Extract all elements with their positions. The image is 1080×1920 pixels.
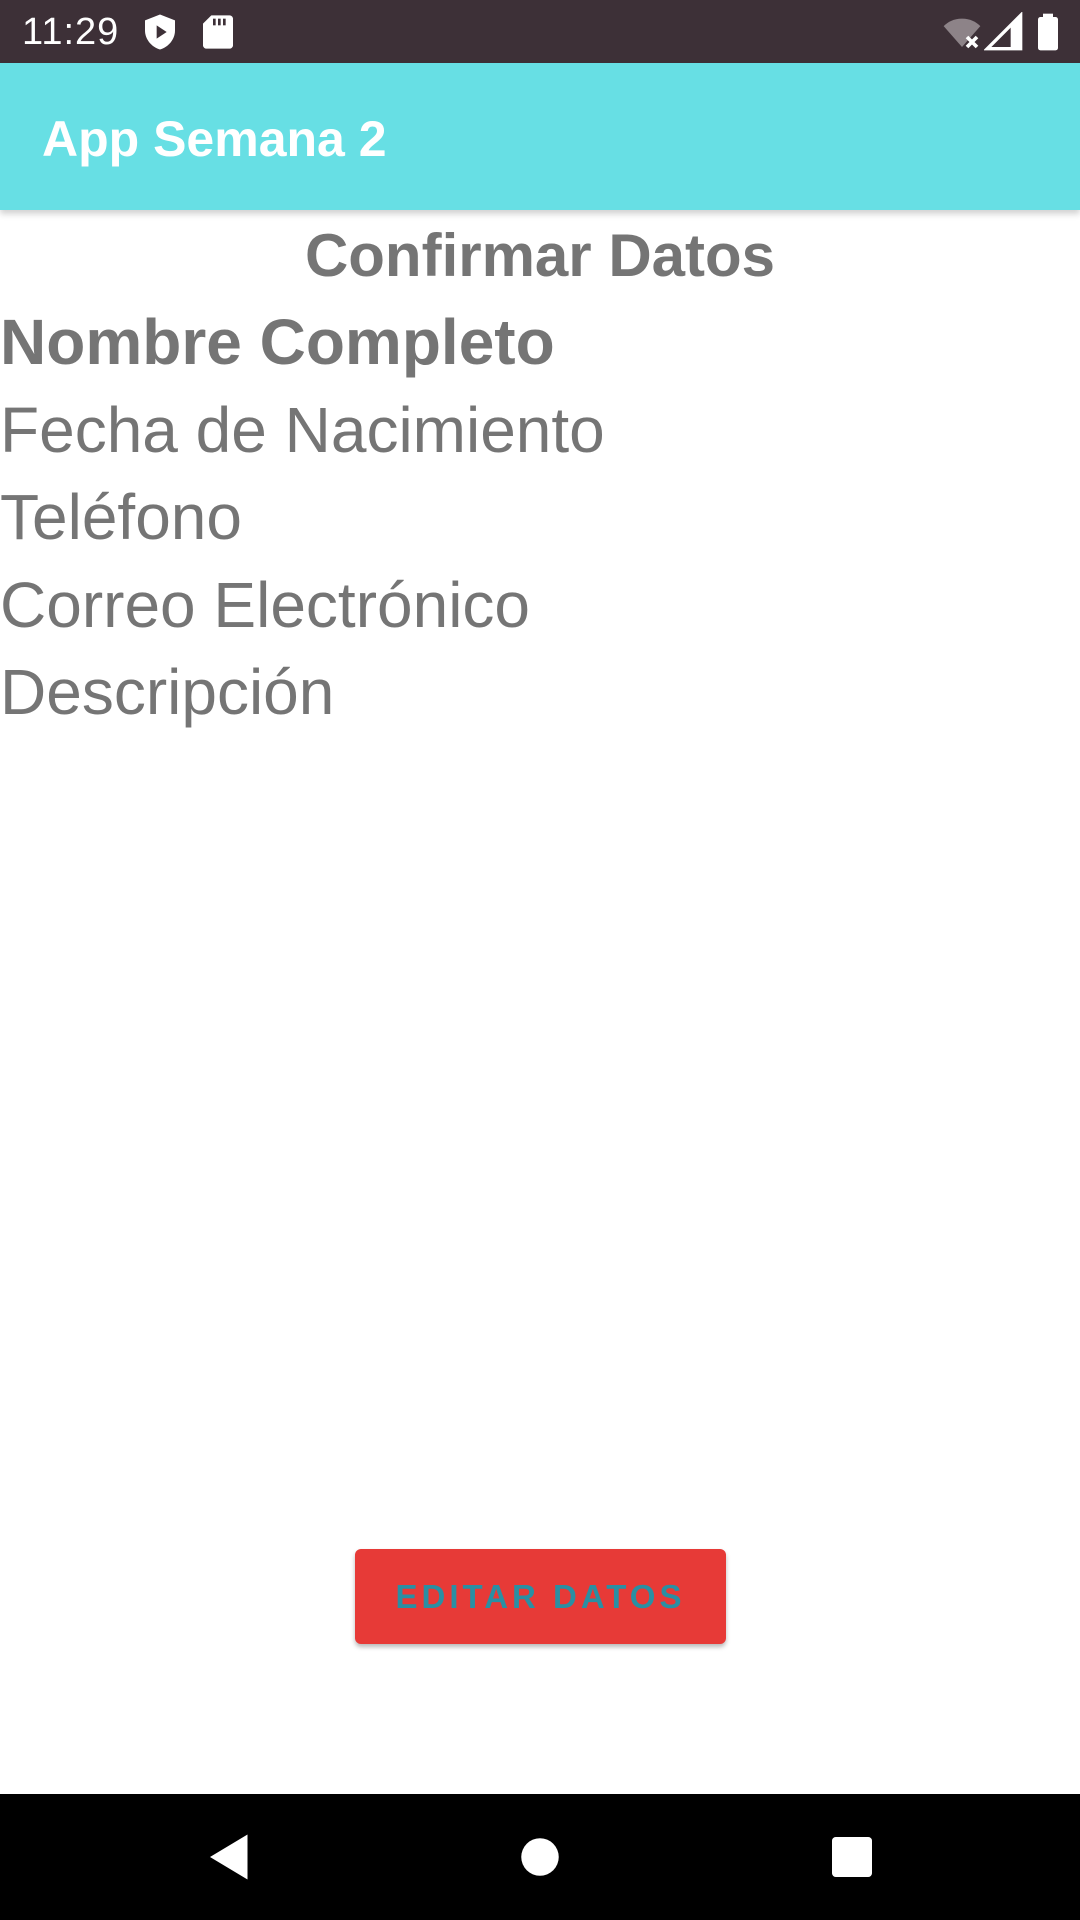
app-bar: App Semana 2 xyxy=(0,63,1080,210)
wifi-off-icon xyxy=(942,12,982,52)
back-icon[interactable] xyxy=(200,1827,260,1887)
page-title: Confirmar Datos xyxy=(304,222,776,289)
fecha-nacimiento-text: Fecha de Nacimiento xyxy=(0,394,605,466)
recents-icon[interactable] xyxy=(822,1827,882,1887)
sd-card-icon xyxy=(198,12,238,52)
screen: 11:29 App Semana 2 Confirmar Datos Nombr… xyxy=(0,0,1080,1920)
battery-icon xyxy=(1030,12,1066,52)
edit-data-button-label: EDITAR DATOS xyxy=(395,1578,686,1615)
navigation-bar xyxy=(0,1794,1080,1920)
shield-play-icon xyxy=(140,12,180,52)
telefono-text: Teléfono xyxy=(0,481,242,553)
nombre-completo-text: Nombre Completo xyxy=(0,306,555,378)
edit-data-button[interactable]: EDITAR DATOS xyxy=(355,1549,726,1644)
signal-icon xyxy=(984,12,1024,52)
status-bar: 11:29 xyxy=(0,0,1080,63)
app-title: App Semana 2 xyxy=(42,111,387,167)
home-icon[interactable] xyxy=(510,1827,570,1887)
status-time: 11:29 xyxy=(22,11,120,53)
correo-electronico-text: Correo Electrónico xyxy=(0,569,530,641)
descripcion-text: Descripción xyxy=(0,656,335,728)
